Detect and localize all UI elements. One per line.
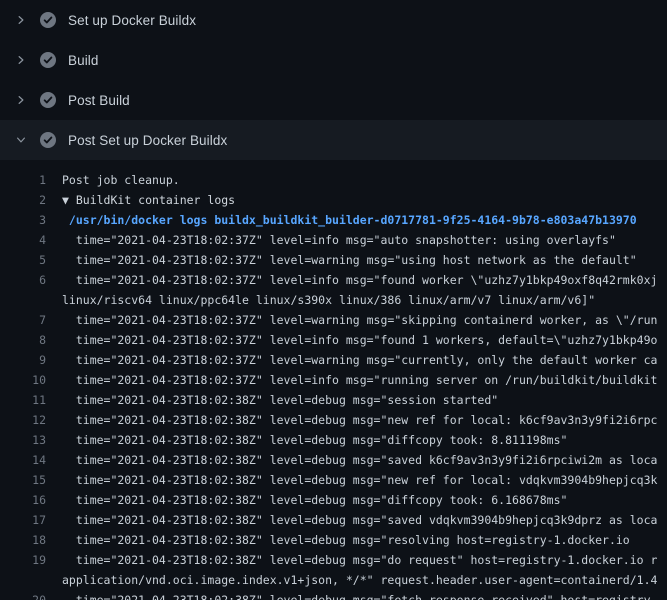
log-line: 3 /usr/bin/docker logs buildx_buildkit_b… [0, 210, 667, 230]
step-header-post-setup-docker-buildx[interactable]: Post Set up Docker Buildx [0, 120, 667, 160]
log-line: 5 time="2021-04-23T18:02:37Z" level=warn… [0, 250, 667, 270]
log-line: 18 time="2021-04-23T18:02:38Z" level=deb… [0, 530, 667, 550]
actions-log-viewer: Set up Docker Buildx Build Post Build Po… [0, 0, 667, 600]
log-command-text: /usr/bin/docker logs buildx_buildkit_bui… [62, 210, 667, 230]
log-line: 13 time="2021-04-23T18:02:38Z" level=deb… [0, 430, 667, 450]
log-line-number [0, 290, 46, 310]
step-title: Build [68, 53, 99, 68]
chevron-right-icon [14, 53, 28, 67]
log-line-number[interactable]: 12 [0, 410, 46, 430]
log-line-number[interactable]: 13 [0, 430, 46, 450]
log-line: 11 time="2021-04-23T18:02:38Z" level=deb… [0, 390, 667, 410]
log-line: 10 time="2021-04-23T18:02:37Z" level=inf… [0, 370, 667, 390]
log-line-text: Post job cleanup. [62, 170, 667, 190]
chevron-down-icon [14, 133, 28, 147]
log-line: 1 Post job cleanup. [0, 170, 667, 190]
log-line-text: time="2021-04-23T18:02:38Z" level=debug … [62, 590, 667, 600]
log-line: application/vnd.oci.image.index.v1+json,… [0, 570, 667, 590]
log-line-text: time="2021-04-23T18:02:38Z" level=debug … [62, 430, 667, 450]
group-expanded-icon: ▼ [62, 193, 76, 207]
log-line-text: time="2021-04-23T18:02:37Z" level=info m… [62, 330, 667, 350]
step-header-post-build[interactable]: Post Build [0, 80, 667, 120]
log-line-text: time="2021-04-23T18:02:38Z" level=debug … [62, 530, 667, 550]
log-line-number[interactable]: 10 [0, 370, 46, 390]
log-line: 15 time="2021-04-23T18:02:38Z" level=deb… [0, 470, 667, 490]
log-line: 8 time="2021-04-23T18:02:37Z" level=info… [0, 330, 667, 350]
log-line: 16 time="2021-04-23T18:02:38Z" level=deb… [0, 490, 667, 510]
log-line-number[interactable]: 6 [0, 270, 46, 290]
chevron-right-icon [14, 13, 28, 27]
check-circle-icon [40, 132, 56, 148]
log-line: 9 time="2021-04-23T18:02:37Z" level=warn… [0, 350, 667, 370]
chevron-right-icon [14, 93, 28, 107]
log-line-text: time="2021-04-23T18:02:37Z" level=warnin… [62, 310, 667, 330]
log-line-text: time="2021-04-23T18:02:38Z" level=debug … [62, 510, 667, 530]
log-line-text: time="2021-04-23T18:02:38Z" level=debug … [62, 450, 667, 470]
step-header-setup-docker-buildx[interactable]: Set up Docker Buildx [0, 0, 667, 40]
check-circle-icon [40, 92, 56, 108]
log-line-number[interactable]: 18 [0, 530, 46, 550]
log-line-number[interactable]: 17 [0, 510, 46, 530]
log-line-number[interactable]: 16 [0, 490, 46, 510]
log-line: 20 time="2021-04-23T18:02:38Z" level=deb… [0, 590, 667, 600]
log-line-text: time="2021-04-23T18:02:37Z" level=info m… [62, 370, 667, 390]
log-line: 6 time="2021-04-23T18:02:37Z" level=info… [0, 270, 667, 290]
log-line-text: application/vnd.oci.image.index.v1+json,… [62, 570, 667, 590]
log-line: 14 time="2021-04-23T18:02:38Z" level=deb… [0, 450, 667, 470]
step-title: Post Set up Docker Buildx [68, 133, 227, 148]
log-line: 2 ▼ BuildKit container logs [0, 190, 667, 210]
log-line-number[interactable]: 11 [0, 390, 46, 410]
step-header-build[interactable]: Build [0, 40, 667, 80]
log-line: 19 time="2021-04-23T18:02:38Z" level=deb… [0, 550, 667, 570]
log-line-number[interactable]: 8 [0, 330, 46, 350]
log-line: 17 time="2021-04-23T18:02:38Z" level=deb… [0, 510, 667, 530]
log-line: linux/riscv64 linux/ppc64le linux/s390x … [0, 290, 667, 310]
log-line-text: time="2021-04-23T18:02:38Z" level=debug … [62, 490, 667, 510]
log-line-number[interactable]: 5 [0, 250, 46, 270]
log-line-text: time="2021-04-23T18:02:38Z" level=debug … [62, 470, 667, 490]
log-line: 12 time="2021-04-23T18:02:38Z" level=deb… [0, 410, 667, 430]
log-line-number[interactable]: 7 [0, 310, 46, 330]
log-line-number[interactable]: 4 [0, 230, 46, 250]
log-line-number[interactable]: 1 [0, 170, 46, 190]
log-line-number [0, 570, 46, 590]
check-circle-icon [40, 12, 56, 28]
log-line-text: time="2021-04-23T18:02:38Z" level=debug … [62, 550, 667, 570]
log-line-number[interactable]: 9 [0, 350, 46, 370]
log-line-number[interactable]: 2 [0, 190, 46, 210]
log-line-number[interactable]: 15 [0, 470, 46, 490]
log-line-text: time="2021-04-23T18:02:38Z" level=debug … [62, 410, 667, 430]
log-line-number[interactable]: 14 [0, 450, 46, 470]
log-line-text: time="2021-04-23T18:02:37Z" level=warnin… [62, 250, 667, 270]
log-line-text: linux/riscv64 linux/ppc64le linux/s390x … [62, 290, 667, 310]
log-line-text: time="2021-04-23T18:02:37Z" level=info m… [62, 230, 667, 250]
step-title: Post Build [68, 93, 130, 108]
log-line-text: time="2021-04-23T18:02:38Z" level=debug … [62, 390, 667, 410]
step-title: Set up Docker Buildx [68, 13, 196, 28]
log-line: 7 time="2021-04-23T18:02:37Z" level=warn… [0, 310, 667, 330]
log-line-text: time="2021-04-23T18:02:37Z" level=warnin… [62, 350, 667, 370]
log-line-number[interactable]: 3 [0, 210, 46, 230]
log-group-toggle[interactable]: ▼ BuildKit container logs [62, 190, 667, 210]
log-line: 4 time="2021-04-23T18:02:37Z" level=info… [0, 230, 667, 250]
log-output: 1 Post job cleanup. 2 ▼ BuildKit container … [0, 160, 667, 600]
log-line-number[interactable]: 20 [0, 590, 46, 600]
log-line-text: time="2021-04-23T18:02:37Z" level=info m… [62, 270, 667, 290]
check-circle-icon [40, 52, 56, 68]
log-line-number[interactable]: 19 [0, 550, 46, 570]
